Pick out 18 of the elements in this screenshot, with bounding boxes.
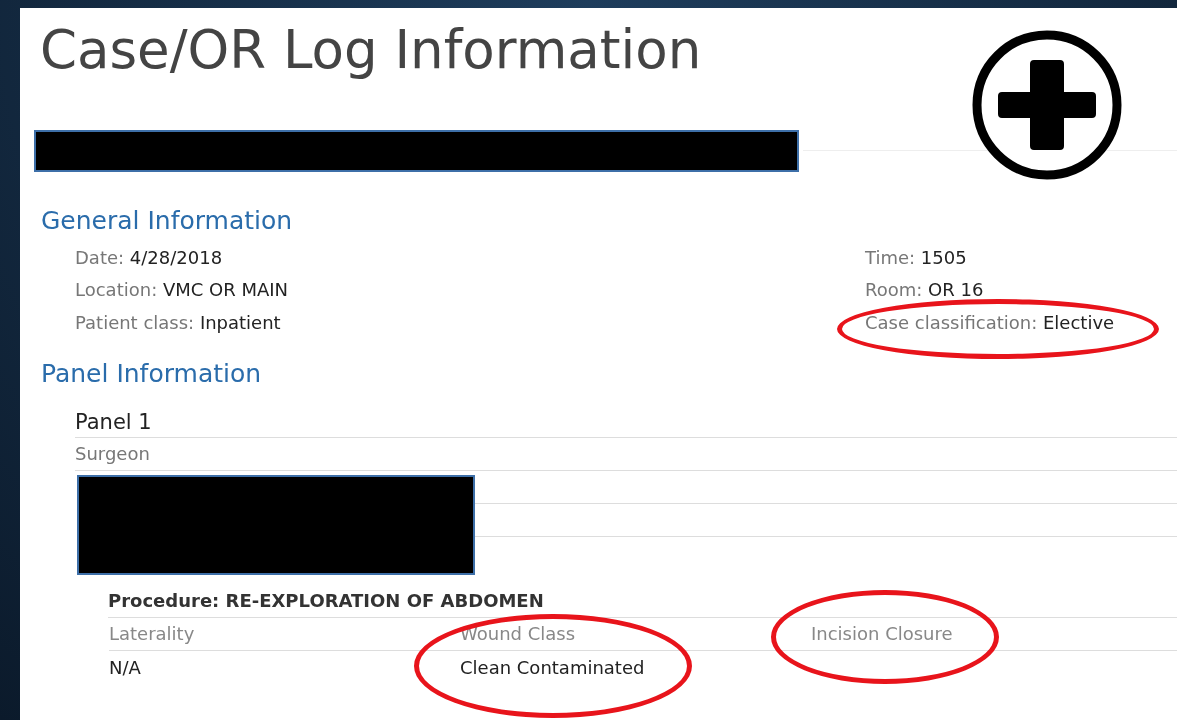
column-header: Incision Closure xyxy=(811,623,953,645)
section-heading: Panel Information xyxy=(41,359,263,390)
field-text: Date: 4/28/2018 xyxy=(75,245,223,270)
page-title: Case/OR Log Information xyxy=(40,18,703,82)
field-text: Room: OR 16 xyxy=(865,278,984,303)
add-icon[interactable] xyxy=(970,28,1124,182)
panel-title: Panel 1 xyxy=(75,410,152,435)
field-text: Time: 1505 xyxy=(865,245,967,270)
section-heading: General Information xyxy=(41,205,294,236)
column-label: Surgeon xyxy=(75,443,150,465)
column-header: Laterality xyxy=(109,623,195,645)
field-text: Location: VMC OR MAIN xyxy=(75,278,289,303)
procedure-title: Procedure: RE-EXPLORATION OF ABDOMEN xyxy=(108,590,544,612)
field-text: Case classification: Elective xyxy=(865,310,1115,335)
table-cell: Clean Contaminated xyxy=(460,657,645,679)
table-cell: N/A xyxy=(109,657,141,679)
field-text: Patient class: Inpatient xyxy=(75,310,281,335)
column-header: Wound Class xyxy=(460,623,576,645)
